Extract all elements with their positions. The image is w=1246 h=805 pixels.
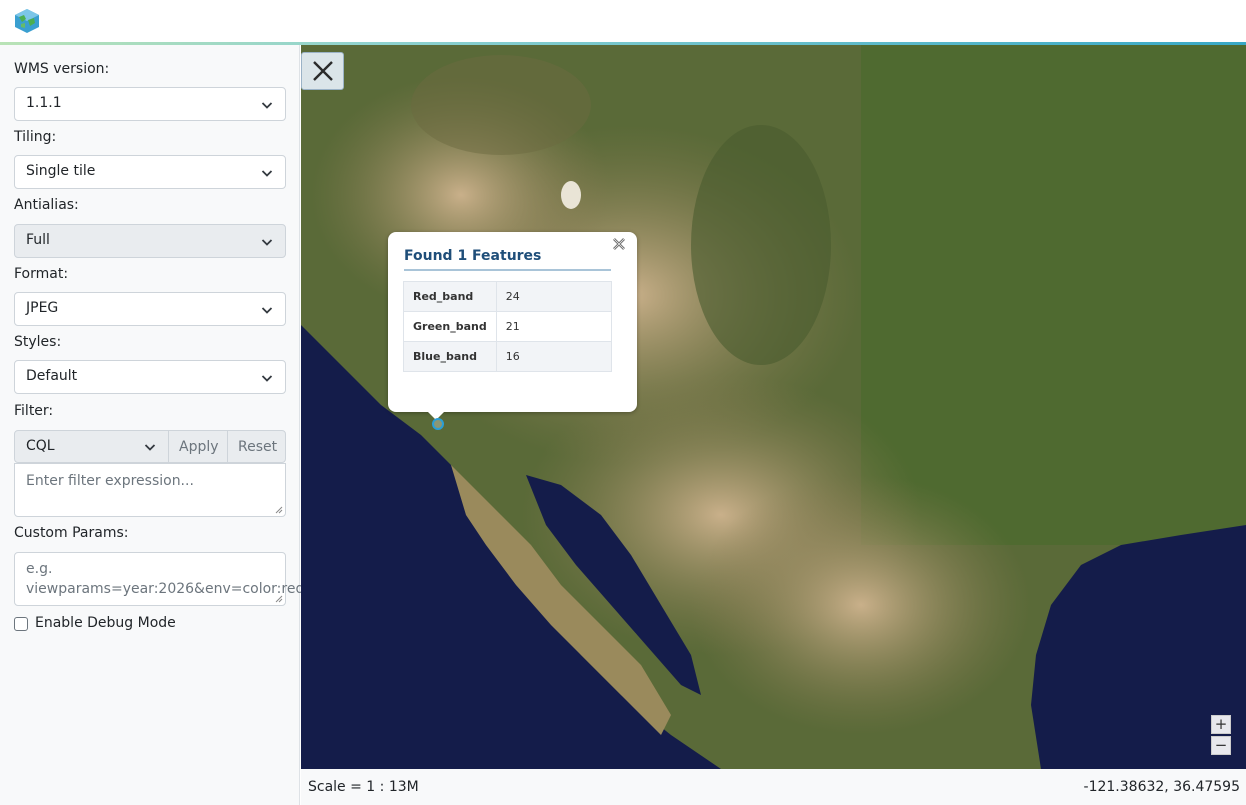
attribute-key: Red_band	[403, 281, 497, 312]
debug-mode-checkbox[interactable]	[14, 617, 28, 631]
filter-input-group: CQL Apply Reset	[14, 430, 286, 463]
zoom-out-button[interactable]: −	[1211, 736, 1231, 755]
feature-attributes-table: Red_band 24 Green_band 21 Blue_band 16	[403, 281, 613, 372]
zoom-controls: + −	[1211, 715, 1231, 757]
filter-type-select[interactable]: CQL	[14, 430, 169, 463]
antialias-value: Full	[26, 232, 50, 248]
wms-version-value: 1.1.1	[26, 95, 62, 111]
attribute-value: 21	[495, 311, 613, 342]
filter-expression-placeholder: Enter filter expression...	[26, 473, 194, 489]
table-row: Green_band 21	[403, 311, 613, 342]
chevron-down-icon	[261, 307, 273, 314]
filter-type-value: CQL	[26, 438, 55, 454]
antialias-label: Antialias:	[14, 197, 79, 213]
chevron-down-icon	[261, 375, 273, 382]
custom-params-placeholder: e.g. viewparams=year:2026&env=color:red	[26, 561, 305, 597]
zoom-in-button[interactable]: +	[1211, 715, 1231, 734]
tiling-value: Single tile	[26, 163, 96, 179]
chevron-down-icon	[261, 239, 273, 246]
filter-expression-input[interactable]: Enter filter expression...	[14, 463, 286, 517]
scale-readout: Scale = 1 : 13M	[308, 779, 419, 795]
close-popup-icon[interactable]	[611, 236, 627, 252]
custom-params-label: Custom Params:	[14, 525, 129, 541]
attribute-key: Blue_band	[403, 341, 497, 372]
query-location-marker	[432, 418, 444, 430]
attribute-value: 16	[495, 341, 613, 372]
format-select[interactable]: JPEG	[14, 292, 286, 326]
debug-mode-label[interactable]: Enable Debug Mode	[35, 615, 176, 631]
resize-grip-icon[interactable]	[275, 506, 283, 514]
map-view[interactable]: Found 1 Features Red_band 24 Green_band …	[301, 45, 1246, 769]
resize-grip-icon[interactable]	[275, 595, 283, 603]
format-label: Format:	[14, 266, 69, 282]
apply-filter-button[interactable]: Apply	[168, 430, 228, 463]
styles-label: Styles:	[14, 334, 62, 350]
popup-title-underline	[404, 269, 611, 271]
chevron-down-icon	[261, 102, 273, 109]
styles-select[interactable]: Default	[14, 360, 286, 394]
chevron-down-icon	[144, 444, 156, 451]
table-row: Blue_band 16	[403, 341, 613, 372]
filter-label: Filter:	[14, 403, 54, 419]
wms-version-select[interactable]: 1.1.1	[14, 87, 286, 121]
wms-version-label: WMS version:	[14, 61, 110, 77]
table-row: Red_band 24	[403, 281, 613, 312]
format-value: JPEG	[26, 300, 59, 316]
custom-params-input[interactable]: e.g. viewparams=year:2026&env=color:red	[14, 552, 304, 606]
antialias-select[interactable]: Full	[14, 224, 286, 258]
options-sidebar: WMS version: 1.1.1 Tiling: Single tile A…	[0, 45, 304, 805]
close-map-button[interactable]	[301, 52, 344, 90]
tiling-label: Tiling:	[14, 129, 57, 145]
coordinate-readout: -121.38632, 36.47595	[1083, 779, 1240, 795]
attribute-value: 24	[495, 281, 613, 312]
reset-filter-button[interactable]: Reset	[227, 430, 286, 463]
globe-logo-icon[interactable]	[13, 8, 41, 34]
styles-value: Default	[26, 368, 78, 384]
top-bar	[0, 0, 1246, 42]
popup-title: Found 1 Features	[404, 248, 542, 264]
map-status-bar: Scale = 1 : 13M -121.38632, 36.47595	[301, 769, 1246, 805]
tiling-select[interactable]: Single tile	[14, 155, 286, 189]
chevron-down-icon	[261, 170, 273, 177]
feature-info-popup: Found 1 Features Red_band 24 Green_band …	[388, 232, 637, 420]
attribute-key: Green_band	[403, 311, 497, 342]
close-icon	[313, 61, 333, 81]
